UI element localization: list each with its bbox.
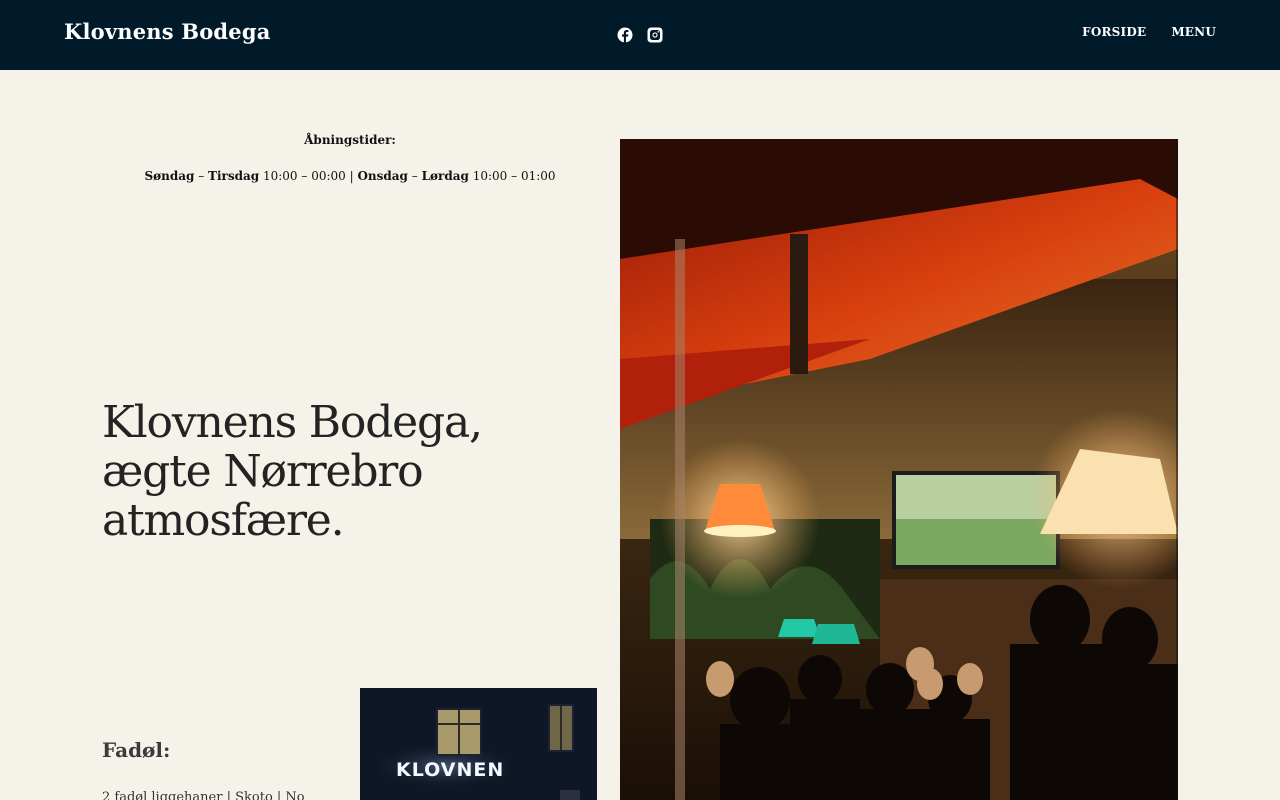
beer-heading: Fadøl: <box>102 738 171 762</box>
storefront-sign-photo: KLOVNEN <box>360 688 597 800</box>
beer-description: 2 fadøl liggehaner | Skoto | No <box>102 790 305 800</box>
day-separator: – <box>194 169 209 183</box>
day-label: Tirsdag <box>208 169 260 183</box>
day-label: Lørdag <box>421 169 469 183</box>
time-range: 10:00 – 00:00 | <box>259 169 358 183</box>
bar-interior-photo <box>620 139 1178 800</box>
main-nav: FORSIDE MENU <box>1082 25 1216 39</box>
day-label: Søndag <box>144 169 195 183</box>
opening-hours-title: Åbningstider: <box>304 133 396 147</box>
time-range: 10:00 – 01:00 <box>468 169 556 183</box>
hero-headline: Klovnens Bodega, ægte Nørrebro atmosfære… <box>102 397 483 546</box>
day-label: Onsdag <box>357 169 408 183</box>
storefront-sign-image: KLOVNEN <box>360 688 597 800</box>
bar-interior-image <box>620 139 1178 800</box>
facebook-icon[interactable] <box>617 27 633 43</box>
social-links <box>617 27 663 43</box>
site-header: Klovnens Bodega FORSIDE MENU <box>0 0 1280 70</box>
opening-hours: Åbningstider: Søndag – Tirsdag 10:00 – 0… <box>100 133 600 183</box>
day-separator: – <box>407 169 422 183</box>
site-title-link[interactable]: Klovnens Bodega <box>64 19 271 44</box>
opening-hours-line: Søndag – Tirsdag 10:00 – 00:00 | Onsdag … <box>100 169 600 183</box>
instagram-icon[interactable] <box>647 27 663 43</box>
nav-item-forside[interactable]: FORSIDE <box>1082 25 1146 39</box>
sign-text: KLOVNEN <box>396 759 504 781</box>
nav-item-menu[interactable]: MENU <box>1171 25 1216 39</box>
